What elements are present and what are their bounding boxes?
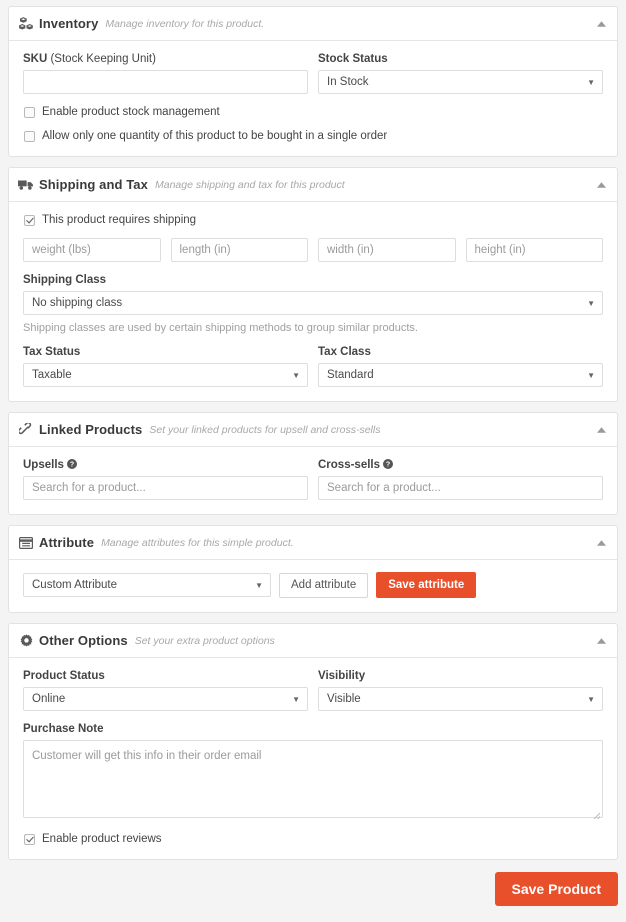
enable-reviews-row[interactable]: Enable product reviews <box>23 833 603 845</box>
purchase-note-textarea[interactable] <box>23 740 603 818</box>
panel-linked-products-title: Linked Products <box>39 422 143 437</box>
shipping-class-select[interactable]: No shipping class <box>23 291 603 315</box>
allow-single-quantity-checkbox[interactable] <box>24 130 35 142</box>
panel-attribute: Attribute Manage attributes for this sim… <box>8 525 618 613</box>
stock-status-field-group: Stock Status In Stock ▼ <box>318 53 603 94</box>
panel-shipping-subtitle: Manage shipping and tax for this product <box>154 178 345 191</box>
cross-sells-label: Cross-sells? <box>318 459 603 471</box>
caret-up-icon[interactable] <box>595 424 607 436</box>
purchase-note-field-group: Purchase Note <box>23 723 603 821</box>
shipping-class-help: Shipping classes are used by certain shi… <box>23 322 418 334</box>
width-input[interactable] <box>318 238 456 262</box>
panel-other-options-body: Product Status Online ▼ Visibility Visib… <box>9 658 617 859</box>
panel-inventory-subtitle: Manage inventory for this product. <box>105 17 265 30</box>
caret-up-icon[interactable] <box>595 18 607 30</box>
panel-other-options-subtitle: Set your extra product options <box>134 634 275 647</box>
stock-status-label: Stock Status <box>318 53 388 65</box>
enable-stock-management-label: Enable product stock management <box>42 106 220 118</box>
caret-up-icon[interactable] <box>595 537 607 549</box>
enable-stock-management-row[interactable]: Enable product stock management <box>23 106 603 118</box>
panel-linked-products-subtitle: Set your linked products for upsell and … <box>149 423 381 436</box>
panel-other-options: Other Options Set your extra product opt… <box>8 623 618 860</box>
panel-other-options-title: Other Options <box>39 633 128 648</box>
visibility-select[interactable]: Visible <box>318 687 603 711</box>
allow-single-quantity-row[interactable]: Allow only one quantity of this product … <box>23 130 603 142</box>
stock-status-select[interactable]: In Stock <box>318 70 603 94</box>
panel-inventory-body: SKU (Stock Keeping Unit) Stock Status In… <box>9 41 617 156</box>
tax-row: Tax Status Taxable ▼ Tax Class Standard <box>23 346 603 387</box>
add-attribute-button[interactable]: Add attribute <box>279 572 369 598</box>
save-product-button[interactable]: Save Product <box>494 872 618 906</box>
requires-shipping-checkbox[interactable] <box>24 214 35 226</box>
panel-inventory-title: Inventory <box>39 16 99 31</box>
attribute-type-select[interactable]: Custom Attribute <box>23 573 271 597</box>
panel-linked-products-header[interactable]: Linked Products Set your linked products… <box>9 413 617 447</box>
panel-shipping-body: This product requires shipping Shipping … <box>9 202 617 401</box>
panel-attribute-header[interactable]: Attribute Manage attributes for this sim… <box>9 526 617 560</box>
panel-attribute-subtitle: Manage attributes for this simple produc… <box>101 536 294 549</box>
shipping-class-field-group: Shipping Class No shipping class ▼ Shipp… <box>23 274 603 334</box>
visibility-field-group: Visibility Visible ▼ <box>318 670 603 711</box>
product-status-label: Product Status <box>23 670 105 682</box>
shipping-class-label: Shipping Class <box>23 274 107 286</box>
panel-shipping-title: Shipping and Tax <box>39 177 148 192</box>
enable-stock-management-checkbox[interactable] <box>24 106 35 118</box>
product-status-field-group: Product Status Online ▼ <box>23 670 308 711</box>
allow-single-quantity-label: Allow only one quantity of this product … <box>42 130 388 142</box>
link-icon <box>18 423 34 437</box>
gear-icon <box>18 634 34 648</box>
panel-linked-products: Linked Products Set your linked products… <box>8 412 618 515</box>
panel-shipping-header[interactable]: Shipping and Tax Manage shipping and tax… <box>9 168 617 202</box>
caret-up-icon[interactable] <box>595 635 607 647</box>
svg-text:?: ? <box>70 461 74 469</box>
panel-inventory: Inventory Manage inventory for this prod… <box>8 6 618 157</box>
panel-attribute-title: Attribute <box>39 535 95 550</box>
purchase-note-label: Purchase Note <box>23 723 104 735</box>
cross-sells-search-input[interactable] <box>318 476 603 500</box>
panel-other-options-header[interactable]: Other Options Set your extra product opt… <box>9 624 617 658</box>
form-footer: Save Product <box>8 870 618 906</box>
question-circle-icon[interactable]: ? <box>66 459 77 469</box>
requires-shipping-row[interactable]: This product requires shipping <box>23 214 603 226</box>
visibility-label: Visibility <box>318 670 366 682</box>
panel-attribute-body: Custom Attribute ▼ Add attribute Save at… <box>9 560 617 612</box>
truck-icon <box>18 178 34 192</box>
requires-shipping-label: This product requires shipping <box>42 214 197 226</box>
panel-inventory-header[interactable]: Inventory Manage inventory for this prod… <box>9 7 617 41</box>
panel-linked-products-body: Upsells? Cross-sells? <box>9 447 617 514</box>
tax-class-select[interactable]: Standard <box>318 363 603 387</box>
upsells-search-input[interactable] <box>23 476 308 500</box>
weight-input[interactable] <box>23 238 161 262</box>
cross-sells-field-group: Cross-sells? <box>318 459 603 500</box>
svg-text:?: ? <box>386 461 390 469</box>
caret-up-icon[interactable] <box>595 179 607 191</box>
cubes-icon <box>18 17 34 31</box>
tax-status-select[interactable]: Taxable <box>23 363 308 387</box>
panel-shipping-and-tax: Shipping and Tax Manage shipping and tax… <box>8 167 618 402</box>
sku-input[interactable] <box>23 70 308 94</box>
product-status-select[interactable]: Online <box>23 687 308 711</box>
tax-class-label: Tax Class <box>318 346 371 358</box>
height-input[interactable] <box>465 238 603 262</box>
tax-class-field-group: Tax Class Standard ▼ <box>318 346 603 387</box>
attribute-controls-row: Custom Attribute ▼ Add attribute Save at… <box>23 572 603 598</box>
upsells-label: Upsells? <box>23 459 308 471</box>
enable-reviews-checkbox[interactable] <box>24 833 35 845</box>
upsells-field-group: Upsells? <box>23 459 308 500</box>
save-attribute-button[interactable]: Save attribute <box>376 572 477 598</box>
sku-label: SKU (Stock Keeping Unit) <box>23 53 156 65</box>
sku-field-group: SKU (Stock Keeping Unit) <box>23 53 308 94</box>
tax-status-label: Tax Status <box>23 346 81 358</box>
length-input[interactable] <box>170 238 308 262</box>
question-circle-icon[interactable]: ? <box>383 459 394 469</box>
tax-status-field-group: Tax Status Taxable ▼ <box>23 346 308 387</box>
enable-reviews-label: Enable product reviews <box>42 833 162 845</box>
dimensions-row <box>23 238 603 262</box>
list-alt-icon <box>18 536 34 550</box>
product-data-form: Inventory Manage inventory for this prod… <box>0 0 626 922</box>
